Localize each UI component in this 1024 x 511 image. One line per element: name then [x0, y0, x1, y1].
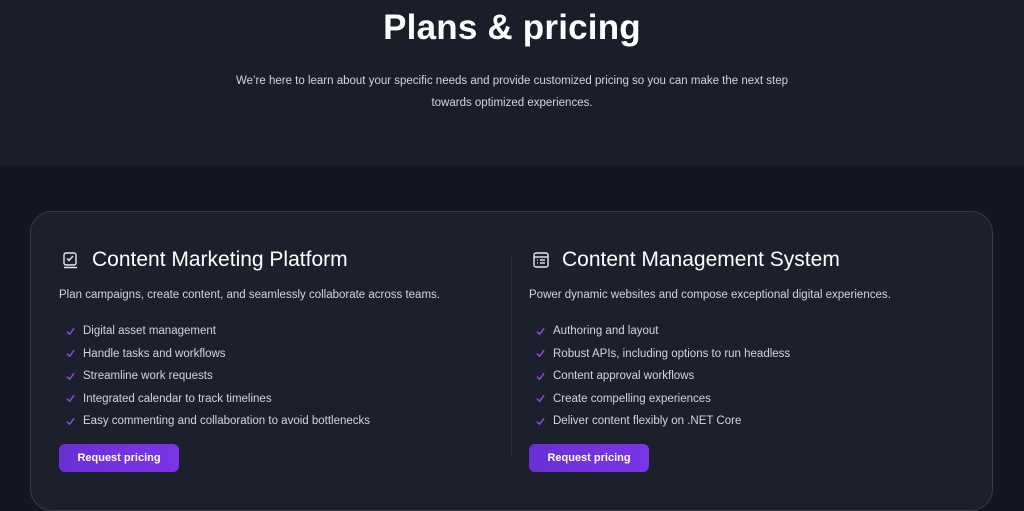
feature-label: Handle tasks and workflows [83, 347, 226, 360]
check-icon [66, 417, 75, 426]
check-icon [536, 417, 545, 426]
feature-item: Streamline work requests [61, 365, 370, 388]
feature-item: Deliver content flexibly on .NET Core [531, 410, 790, 433]
request-pricing-button[interactable]: Request pricing [529, 444, 649, 472]
feature-label: Content approval workflows [553, 370, 695, 383]
feature-item: Create compelling experiences [531, 388, 790, 411]
page-subtitle: We’re here to learn about your specific … [235, 75, 789, 109]
check-icon [66, 395, 75, 403]
plan-header: Content Management System [532, 248, 840, 272]
feature-label: Integrated calendar to track timelines [83, 392, 272, 405]
feature-label: Robust APIs, including options to run he… [553, 347, 791, 360]
hero-section: Plans & pricing We’re here to learn abou… [0, 0, 1024, 166]
feature-label: Authoring and layout [553, 325, 659, 338]
check-icon [66, 372, 75, 381]
feature-item: Handle tasks and workflows [61, 343, 370, 366]
check-icon [66, 327, 75, 336]
check-icon [536, 327, 545, 336]
column-divider [511, 255, 512, 455]
layout-document-icon [532, 251, 550, 269]
plan-title: Content Marketing Platform [92, 248, 348, 271]
feature-item: Content approval workflows [531, 365, 790, 388]
plan-description: Power dynamic websites and compose excep… [529, 289, 891, 301]
plan-header: Content Marketing Platform [62, 248, 348, 272]
plan-title: Content Management System [562, 248, 840, 271]
feature-label: Easy commenting and collaboration to avo… [83, 415, 371, 428]
feature-list: Authoring and layout Robust APIs, includ… [531, 320, 790, 433]
feature-label: Digital asset management [83, 325, 216, 338]
feature-item: Integrated calendar to track timelines [61, 388, 370, 411]
request-pricing-button[interactable]: Request pricing [59, 444, 179, 472]
check-icon [536, 350, 545, 358]
page-title: Plans & pricing [383, 8, 641, 47]
feature-item: Robust APIs, including options to run he… [531, 343, 790, 366]
plan-description: Plan campaigns, create content, and seam… [59, 289, 440, 301]
feature-list: Digital asset management Handle tasks an… [61, 320, 370, 433]
feature-item: Digital asset management [61, 320, 370, 343]
feature-item: Authoring and layout [531, 320, 790, 343]
checklist-icon [62, 251, 80, 269]
check-icon [66, 350, 75, 358]
feature-label: Streamline work requests [83, 370, 213, 383]
check-icon [536, 372, 545, 381]
feature-label: Create compelling experiences [553, 392, 711, 405]
check-icon [536, 395, 545, 403]
feature-label: Deliver content flexibly on .NET Core [553, 415, 742, 428]
feature-item: Easy commenting and collaboration to avo… [61, 410, 370, 433]
